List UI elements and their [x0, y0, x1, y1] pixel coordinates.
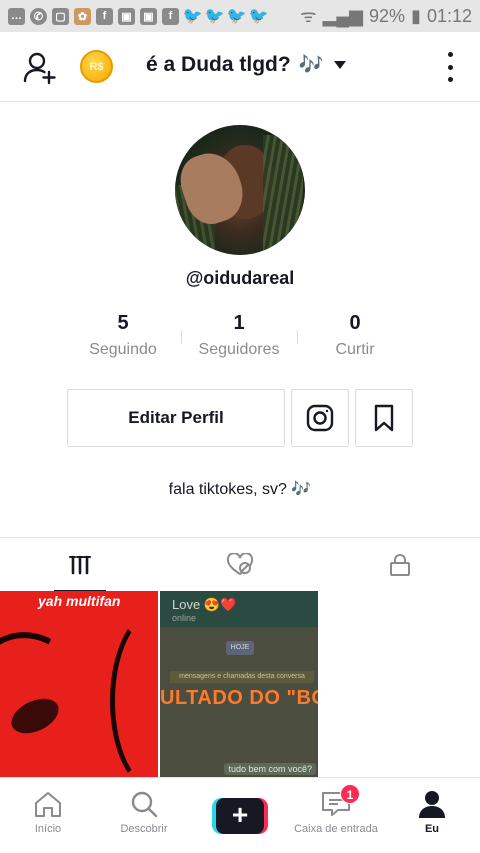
nav-me[interactable]: Eu	[384, 778, 480, 853]
music-note-emoji: 🎶	[298, 54, 324, 76]
nav-discover[interactable]: Descobrir	[96, 778, 192, 853]
instagram-icon	[306, 404, 334, 432]
lock-icon	[390, 554, 410, 576]
nav-label: Descobrir	[120, 823, 168, 835]
nav-label: Caixa de entrada	[294, 823, 378, 835]
nav-inbox[interactable]: 1 Caixa de entrada	[288, 778, 384, 853]
favorites-button[interactable]	[355, 389, 413, 447]
video-thumbnail[interactable]: yah multifan	[0, 591, 158, 777]
twitter-notification-icon-3: 🐦	[226, 8, 247, 25]
app-notification-icon-2: ✿	[74, 7, 91, 25]
signal-icon: ▂▄▆	[322, 5, 364, 26]
stat-likes[interactable]: 0 Curtir	[297, 312, 413, 362]
messages-notification-icon: …	[8, 7, 25, 25]
content-tabs	[0, 537, 480, 592]
create-video-button[interactable]: +	[212, 798, 268, 834]
video-overlay-text: ULTADO DO "BO	[160, 687, 318, 709]
plus-icon: +	[216, 798, 264, 834]
bottom-nav: Início Descobrir + 1 Caixa de entrada Eu	[0, 777, 480, 852]
account-name: é a Duda tlgd?	[146, 52, 291, 76]
instagram-button[interactable]	[291, 389, 349, 447]
app-notification-icon: ▢	[52, 7, 69, 25]
bio: fala tiktokes, sv? 🎶	[0, 479, 480, 499]
video-caption: yah multifan	[38, 593, 121, 609]
likes-label: Curtir	[335, 341, 375, 358]
username: @oidudareal	[185, 268, 295, 288]
twitter-notification-icon-4: 🐦	[248, 8, 269, 25]
stat-following[interactable]: 5 Seguindo	[65, 312, 181, 362]
search-icon	[131, 791, 158, 818]
date-chip: HOJE	[226, 641, 254, 655]
tab-liked[interactable]	[160, 538, 320, 592]
profile-stats: 5 Seguindo 1 Seguidores 0 Curtir	[65, 312, 415, 362]
chat-title: Love 😍❤️	[172, 597, 237, 612]
divider	[181, 330, 182, 344]
wifi-icon: ᯤ	[300, 6, 317, 26]
status-bar: … ✆ ▢ ✿ f ▣ ▣ f 🐦 🐦 🐦 🐦 ᯤ ▂▄▆ 92% ▮ 01:1…	[0, 0, 480, 32]
system-message: mensagens e chamadas desta conversa	[170, 671, 314, 683]
avatar[interactable]	[175, 125, 305, 255]
account-switcher[interactable]: é a Duda tlgd? 🎶	[146, 52, 346, 77]
tab-videos[interactable]	[0, 538, 160, 592]
chat-status: online	[172, 613, 197, 623]
more-options-icon[interactable]	[446, 52, 454, 82]
nav-home[interactable]: Início	[0, 778, 96, 853]
bookmark-icon	[374, 404, 394, 432]
battery-percent: 92%	[369, 5, 406, 26]
followers-label: Seguidores	[198, 341, 280, 358]
app-notification-icon-4: ▣	[140, 7, 157, 25]
profile-icon	[419, 791, 445, 818]
notification-badge: 1	[340, 784, 360, 804]
chat-bubble: tudo bem com você?	[224, 763, 316, 775]
clock: 01:12	[426, 5, 472, 26]
divider	[297, 330, 298, 344]
nav-label: Eu	[424, 823, 440, 835]
facebook-notification-icon: f	[96, 7, 113, 25]
following-label: Seguindo	[89, 341, 157, 358]
profile-actions: Editar Perfil	[67, 389, 413, 447]
add-friend-icon[interactable]	[22, 50, 58, 86]
video-thumbnail[interactable]: Love 😍❤️ online HOJE mensagens e chamada…	[160, 591, 318, 777]
home-icon	[35, 792, 61, 817]
battery-icon: ▮	[411, 5, 421, 26]
following-count: 5	[117, 312, 129, 334]
chevron-down-icon	[333, 60, 346, 69]
whatsapp-notification-icon: ✆	[30, 7, 47, 25]
followers-count: 1	[233, 312, 245, 334]
twitter-notification-icon-2: 🐦	[204, 8, 225, 25]
profile-header: R$ é a Duda tlgd? 🎶	[0, 32, 480, 102]
facebook-notification-icon-2: f	[162, 7, 179, 25]
nav-label: Início	[34, 823, 62, 835]
app-notification-icon-3: ▣	[118, 7, 135, 25]
coins-icon[interactable]: R$	[80, 50, 113, 83]
video-grid: yah multifan Love 😍❤️ online HOJE mensag…	[0, 591, 480, 777]
music-note-emoji: 🎶	[291, 481, 312, 498]
liked-private-icon	[226, 553, 254, 576]
likes-count: 0	[349, 312, 361, 334]
bio-text: fala tiktokes, sv?	[168, 481, 287, 498]
nav-create[interactable]: +	[192, 778, 288, 853]
empty-slot	[320, 591, 478, 777]
videos-grid-icon	[69, 555, 91, 575]
tab-private[interactable]	[320, 538, 480, 592]
stat-followers[interactable]: 1 Seguidores	[181, 312, 297, 362]
edit-profile-button[interactable]: Editar Perfil	[67, 389, 285, 447]
twitter-notification-icon: 🐦	[182, 8, 203, 25]
